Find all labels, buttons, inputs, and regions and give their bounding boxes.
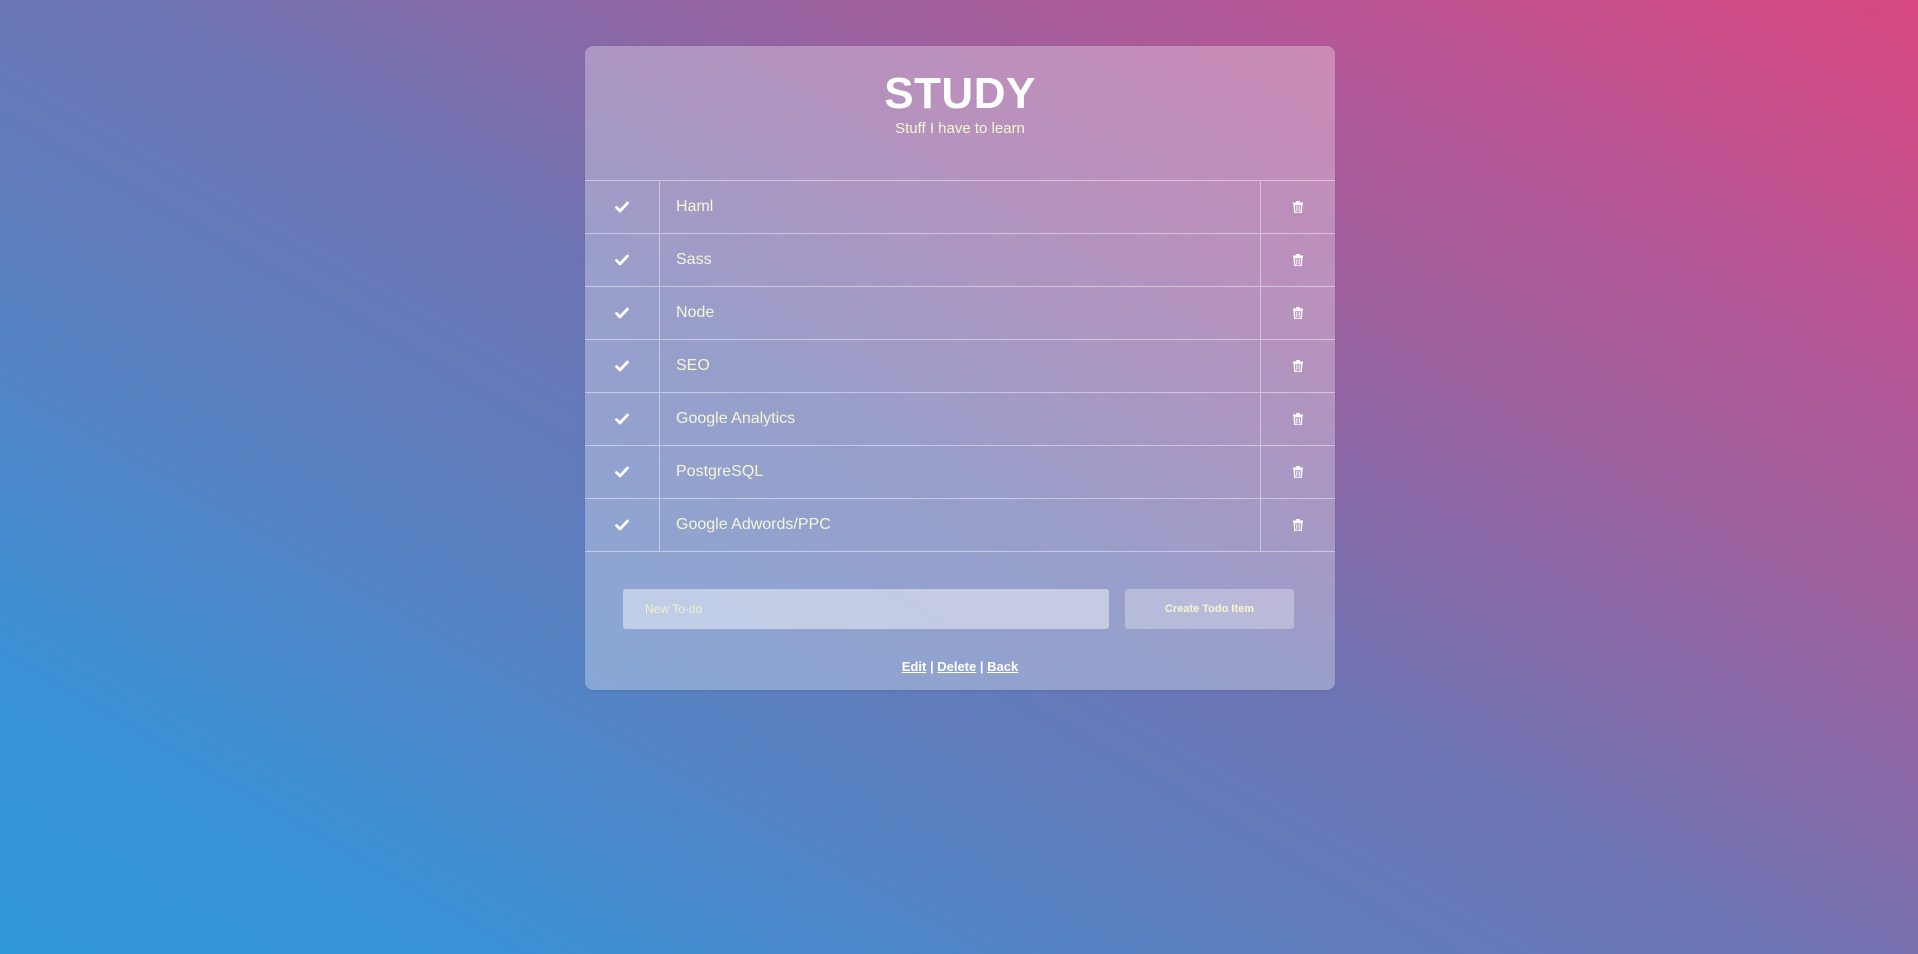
new-todo-form: Create Todo Item	[585, 552, 1335, 629]
edit-link[interactable]: Edit	[902, 659, 927, 674]
check-icon[interactable]	[585, 393, 660, 445]
check-icon[interactable]	[585, 446, 660, 498]
todo-list-card: STUDY Stuff I have to learn Haml Sass No…	[585, 46, 1335, 690]
trash-icon[interactable]	[1260, 181, 1335, 233]
todo-item-text: Node	[676, 304, 715, 321]
list-header: STUDY Stuff I have to learn	[585, 46, 1335, 180]
todo-row: Haml	[585, 181, 1335, 234]
todo-item-text: Haml	[676, 198, 714, 215]
back-link[interactable]: Back	[987, 659, 1018, 674]
page-subtitle: Stuff I have to learn	[895, 120, 1025, 137]
todo-row: Sass	[585, 234, 1335, 287]
create-todo-button[interactable]: Create Todo Item	[1125, 589, 1294, 629]
trash-icon[interactable]	[1260, 287, 1335, 339]
todo-list: Haml Sass Node SEO Google Analytics Post…	[585, 180, 1335, 552]
trash-icon[interactable]	[1260, 234, 1335, 286]
delete-link[interactable]: Delete	[937, 659, 976, 674]
todo-row: Google Analytics	[585, 393, 1335, 446]
todo-item-text: Sass	[676, 251, 712, 268]
new-todo-input[interactable]	[623, 589, 1109, 629]
link-separator: |	[929, 659, 934, 674]
todo-item-text: Google Analytics	[676, 410, 796, 427]
todo-row: Node	[585, 287, 1335, 340]
trash-icon[interactable]	[1260, 499, 1335, 551]
check-icon[interactable]	[585, 340, 660, 392]
link-separator: |	[979, 659, 984, 674]
check-icon[interactable]	[585, 287, 660, 339]
footer-links: Edit | Delete | Back	[585, 659, 1335, 674]
todo-row: Google Adwords/PPC	[585, 499, 1335, 552]
trash-icon[interactable]	[1260, 340, 1335, 392]
check-icon[interactable]	[585, 181, 660, 233]
todo-row: SEO	[585, 340, 1335, 393]
todo-item-text: PostgreSQL	[676, 463, 764, 480]
todo-row: PostgreSQL	[585, 446, 1335, 499]
page-title: STUDY	[884, 69, 1036, 118]
todo-item-text: SEO	[676, 357, 710, 374]
trash-icon[interactable]	[1260, 446, 1335, 498]
check-icon[interactable]	[585, 499, 660, 551]
todo-item-text: Google Adwords/PPC	[676, 516, 831, 533]
trash-icon[interactable]	[1260, 393, 1335, 445]
check-icon[interactable]	[585, 234, 660, 286]
